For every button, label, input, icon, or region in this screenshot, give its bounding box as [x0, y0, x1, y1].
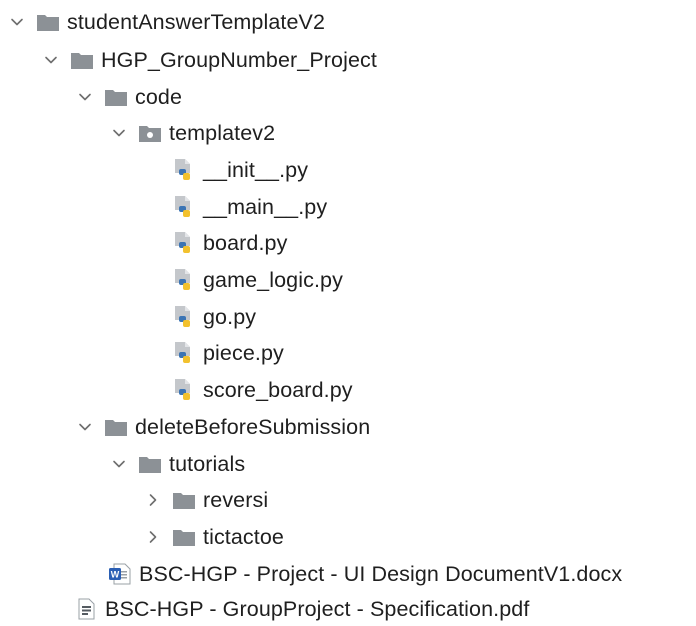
tree-item-game-logic-py[interactable]: game_logic.py: [0, 263, 696, 297]
chevron-right-icon[interactable]: [144, 491, 162, 509]
tree-item-label: deleteBeforeSubmission: [135, 415, 371, 439]
word-document-icon: W: [108, 563, 132, 585]
python-file-icon: [172, 232, 196, 254]
tree-item-deletebeforesubmission[interactable]: deleteBeforeSubmission: [0, 410, 696, 444]
tree-item-label: studentAnswerTemplateV2: [67, 10, 326, 34]
python-file-icon: [172, 159, 196, 181]
tree-item-go-py[interactable]: go.py: [0, 300, 696, 334]
tree-item-label: score_board.py: [203, 378, 353, 402]
tree-item-templatev2[interactable]: templatev2: [0, 116, 696, 150]
tree-item-reversi[interactable]: reversi: [0, 483, 696, 517]
folder-icon: [172, 526, 196, 548]
tree-item-main-py[interactable]: __main__.py: [0, 190, 696, 224]
tree-item-label: game_logic.py: [203, 268, 343, 292]
tree-item-init-py[interactable]: __init__.py: [0, 153, 696, 187]
folder-icon: [172, 489, 196, 511]
tree-item-label: go.py: [203, 305, 257, 329]
tree-item-label: piece.py: [203, 341, 284, 365]
tree-item-specification-pdf[interactable]: BSC-HGP - GroupProject - Specification.p…: [0, 592, 696, 626]
python-file-icon: [172, 306, 196, 328]
tree-item-tictactoe[interactable]: tictactoe: [0, 520, 696, 554]
tree-item-label: tictactoe: [203, 525, 284, 549]
tree-item-label: __init__.py: [203, 158, 309, 182]
tree-item-tutorials[interactable]: tutorials: [0, 447, 696, 481]
project-tree: studentAnswerTemplateV2 HGP_GroupNumber_…: [0, 0, 696, 622]
folder-icon: [104, 86, 128, 108]
python-file-icon: [172, 379, 196, 401]
tree-item-label: BSC-HGP - Project - UI Design DocumentV1…: [139, 562, 623, 586]
chevron-down-icon[interactable]: [8, 13, 26, 31]
python-file-icon: [172, 342, 196, 364]
tree-item-piece-py[interactable]: piece.py: [0, 336, 696, 370]
tree-item-label: __main__.py: [203, 195, 328, 219]
tree-item-code[interactable]: code: [0, 80, 696, 114]
folder-icon: [138, 453, 162, 475]
tree-item-board-py[interactable]: board.py: [0, 226, 696, 260]
tree-item-label: board.py: [203, 231, 288, 255]
tree-item-label: templatev2: [169, 121, 276, 145]
chevron-down-icon[interactable]: [42, 51, 60, 69]
tree-item-score-board-py[interactable]: score_board.py: [0, 373, 696, 407]
tree-item-hgp-groupnumber-project[interactable]: HGP_GroupNumber_Project: [0, 43, 696, 77]
tree-item-ui-design-document-docx[interactable]: W BSC-HGP - Project - UI Design Document…: [0, 557, 696, 591]
python-file-icon: [172, 196, 196, 218]
tree-item-label: code: [135, 85, 183, 109]
chevron-down-icon[interactable]: [76, 418, 94, 436]
tree-item-label: HGP_GroupNumber_Project: [101, 48, 377, 72]
tree-item-label: BSC-HGP - GroupProject - Specification.p…: [105, 597, 530, 621]
chevron-down-icon[interactable]: [110, 124, 128, 142]
tree-item-label: tutorials: [169, 452, 246, 476]
folder-icon: [36, 11, 60, 33]
package-folder-icon: [138, 122, 162, 144]
folder-icon: [70, 49, 94, 71]
tree-item-label: reversi: [203, 488, 269, 512]
chevron-down-icon[interactable]: [76, 88, 94, 106]
svg-text:W: W: [111, 570, 120, 580]
folder-icon: [104, 416, 128, 438]
chevron-down-icon[interactable]: [110, 455, 128, 473]
chevron-right-icon[interactable]: [144, 528, 162, 546]
tree-item-studentanswertemplatev2[interactable]: studentAnswerTemplateV2: [0, 5, 696, 39]
python-file-icon: [172, 269, 196, 291]
pdf-file-icon: [74, 598, 98, 620]
